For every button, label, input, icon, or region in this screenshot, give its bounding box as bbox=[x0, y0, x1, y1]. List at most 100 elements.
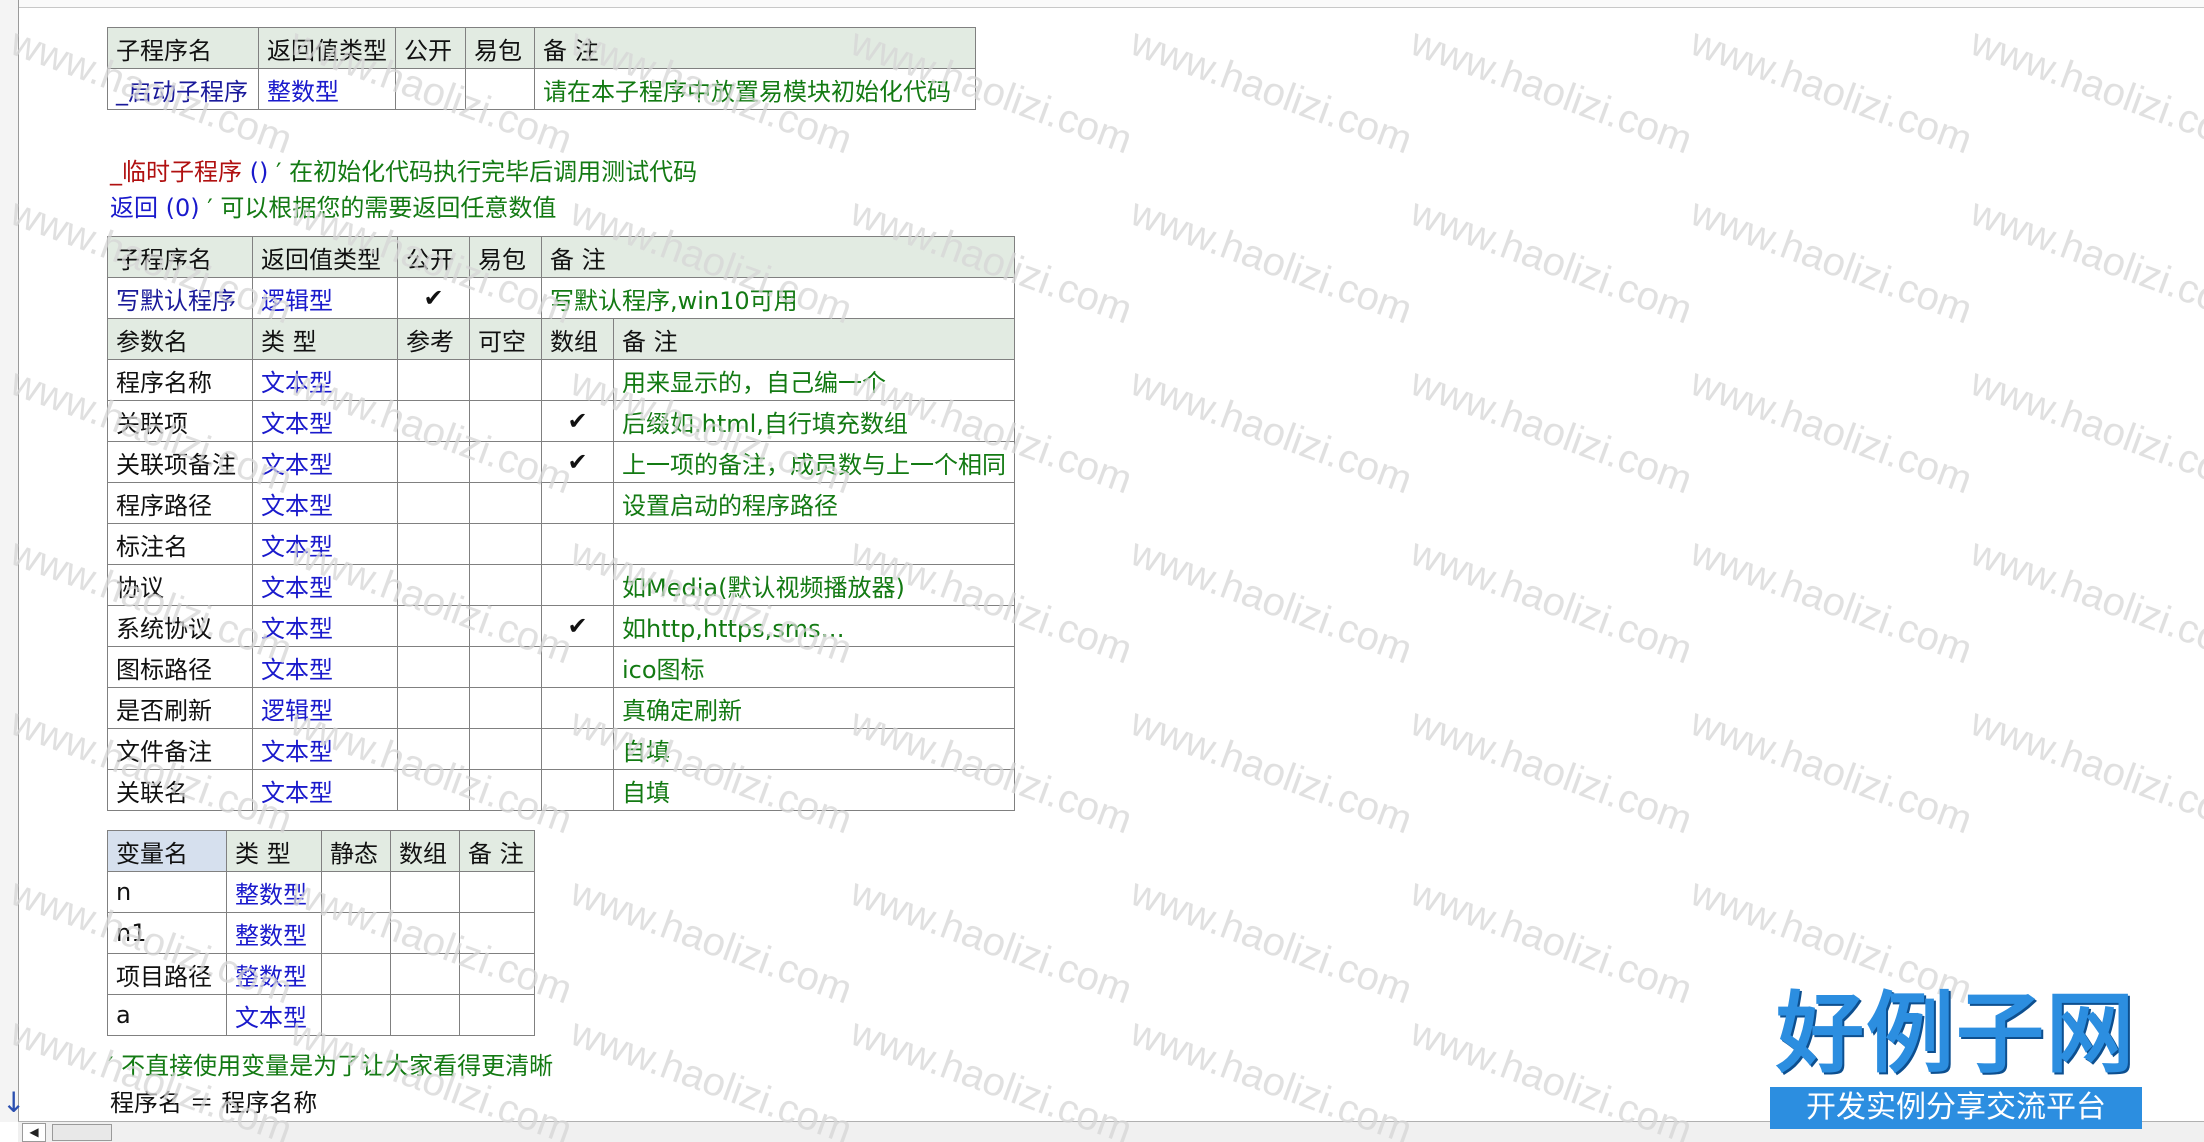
note-cell[interactable]: 真确定刷新 bbox=[613, 687, 1015, 729]
note-cell[interactable]: 如http,https,sms… bbox=[613, 605, 1015, 647]
nullable-cell[interactable] bbox=[469, 523, 542, 565]
ref-cell[interactable] bbox=[397, 728, 470, 770]
array-cell[interactable] bbox=[390, 994, 460, 1036]
table-row[interactable]: 关联名 文本型 自填 bbox=[107, 769, 1015, 811]
note-cell[interactable]: 请在本子程序中放置易模块初始化代码 bbox=[534, 68, 976, 110]
var-type-cell[interactable]: 整数型 bbox=[226, 912, 322, 954]
nullable-cell[interactable] bbox=[469, 482, 542, 524]
note-cell[interactable]: 上一项的备注，成员数与上一个相同 bbox=[613, 441, 1015, 483]
array-cell[interactable] bbox=[541, 482, 614, 524]
array-cell[interactable] bbox=[541, 523, 614, 565]
code-editor[interactable]: ↓ 子程序名 返回值类型 公开 易包 备 注 _启动子程序 整数型 请在本子程序… bbox=[0, 0, 2204, 1142]
nullable-cell[interactable] bbox=[469, 646, 542, 688]
static-cell[interactable] bbox=[321, 912, 391, 954]
ref-cell[interactable] bbox=[397, 523, 470, 565]
array-check-icon[interactable]: ✔ bbox=[541, 605, 614, 647]
array-check-icon[interactable]: ✔ bbox=[541, 400, 614, 442]
param-type-cell[interactable]: 文本型 bbox=[252, 359, 398, 401]
param-type-cell[interactable]: 文本型 bbox=[252, 646, 398, 688]
param-name-cell[interactable]: 标注名 bbox=[107, 523, 253, 565]
table-row[interactable]: 图标路径 文本型 ico图标 bbox=[107, 646, 1015, 688]
table-row[interactable]: n1 整数型 bbox=[107, 912, 535, 954]
subroutine-name-cell[interactable]: _启动子程序 bbox=[107, 68, 259, 110]
return-type-cell[interactable]: 整数型 bbox=[258, 68, 396, 110]
scroll-left-icon[interactable]: ◀ bbox=[22, 1123, 46, 1142]
array-cell[interactable] bbox=[541, 728, 614, 770]
table-row[interactable]: 系统协议 文本型 ✔ 如http,https,sms… bbox=[107, 605, 1015, 647]
param-type-cell[interactable]: 文本型 bbox=[252, 482, 398, 524]
subroutine-name-cell[interactable]: 写默认程序 bbox=[107, 277, 253, 319]
param-name-cell[interactable]: 文件备注 bbox=[107, 728, 253, 770]
param-type-cell[interactable]: 文本型 bbox=[252, 605, 398, 647]
nullable-cell[interactable] bbox=[469, 687, 542, 729]
static-cell[interactable] bbox=[321, 953, 391, 995]
note-cell[interactable] bbox=[459, 953, 535, 995]
array-cell[interactable] bbox=[390, 953, 460, 995]
param-type-cell[interactable]: 文本型 bbox=[252, 728, 398, 770]
param-type-cell[interactable]: 文本型 bbox=[252, 441, 398, 483]
nullable-cell[interactable] bbox=[469, 769, 542, 811]
table-row[interactable]: 文件备注 文本型 自填 bbox=[107, 728, 1015, 770]
static-cell[interactable] bbox=[321, 871, 391, 913]
code-line[interactable]: 返回 (0) ′ 可以根据您的需要返回任意数值 bbox=[110, 188, 556, 223]
ref-cell[interactable] bbox=[397, 687, 470, 729]
param-type-cell[interactable]: 逻辑型 bbox=[252, 687, 398, 729]
array-cell[interactable] bbox=[541, 359, 614, 401]
array-cell[interactable] bbox=[390, 871, 460, 913]
param-type-cell[interactable]: 文本型 bbox=[252, 523, 398, 565]
table-row[interactable]: 写默认程序 逻辑型 ✔ 写默认程序,win10可用 bbox=[107, 277, 1015, 319]
ref-cell[interactable] bbox=[397, 646, 470, 688]
return-type-cell[interactable]: 逻辑型 bbox=[252, 277, 398, 319]
nullable-cell[interactable] bbox=[469, 728, 542, 770]
array-check-icon[interactable]: ✔ bbox=[541, 441, 614, 483]
table-row[interactable]: n 整数型 bbox=[107, 871, 535, 913]
param-name-cell[interactable]: 协议 bbox=[107, 564, 253, 606]
code-line[interactable]: 程序名 ＝ 程序名称 bbox=[110, 1083, 317, 1118]
nullable-cell[interactable] bbox=[469, 605, 542, 647]
note-cell[interactable]: 设置启动的程序路径 bbox=[613, 482, 1015, 524]
ref-cell[interactable] bbox=[397, 769, 470, 811]
public-check-icon[interactable]: ✔ bbox=[397, 277, 470, 319]
array-cell[interactable] bbox=[541, 687, 614, 729]
table-row[interactable]: 关联项 文本型 ✔ 后缀如.html,自行填充数组 bbox=[107, 400, 1015, 442]
param-name-cell[interactable]: 关联项备注 bbox=[107, 441, 253, 483]
ref-cell[interactable] bbox=[397, 564, 470, 606]
table-row[interactable]: 是否刷新 逻辑型 真确定刷新 bbox=[107, 687, 1015, 729]
param-name-cell[interactable]: 是否刷新 bbox=[107, 687, 253, 729]
table-row[interactable]: a 文本型 bbox=[107, 994, 535, 1036]
param-name-cell[interactable]: 关联项 bbox=[107, 400, 253, 442]
var-name-cell[interactable]: 项目路径 bbox=[107, 953, 227, 995]
note-cell[interactable]: 自填 bbox=[613, 769, 1015, 811]
var-type-cell[interactable]: 整数型 bbox=[226, 953, 322, 995]
var-type-cell[interactable]: 文本型 bbox=[226, 994, 322, 1036]
note-cell[interactable]: ico图标 bbox=[613, 646, 1015, 688]
table-row[interactable]: _启动子程序 整数型 请在本子程序中放置易模块初始化代码 bbox=[107, 68, 976, 110]
code-line[interactable]: _临时子程序 () ′ 在初始化代码执行完毕后调用测试代码 bbox=[110, 152, 697, 187]
note-cell[interactable]: 自填 bbox=[613, 728, 1015, 770]
epkg-cell[interactable] bbox=[469, 277, 542, 319]
nullable-cell[interactable] bbox=[469, 564, 542, 606]
ref-cell[interactable] bbox=[397, 605, 470, 647]
ref-cell[interactable] bbox=[397, 482, 470, 524]
table-row[interactable]: 关联项备注 文本型 ✔ 上一项的备注，成员数与上一个相同 bbox=[107, 441, 1015, 483]
ref-cell[interactable] bbox=[397, 400, 470, 442]
note-cell[interactable] bbox=[459, 871, 535, 913]
table-row[interactable]: 标注名 文本型 bbox=[107, 523, 1015, 565]
param-name-cell[interactable]: 系统协议 bbox=[107, 605, 253, 647]
param-type-cell[interactable]: 文本型 bbox=[252, 564, 398, 606]
note-cell[interactable] bbox=[459, 912, 535, 954]
array-cell[interactable] bbox=[541, 564, 614, 606]
ref-cell[interactable] bbox=[397, 359, 470, 401]
epkg-cell[interactable] bbox=[465, 68, 535, 110]
var-name-cell[interactable]: n1 bbox=[107, 912, 227, 954]
array-cell[interactable] bbox=[390, 912, 460, 954]
note-cell[interactable] bbox=[459, 994, 535, 1036]
array-cell[interactable] bbox=[541, 769, 614, 811]
table-row[interactable]: 协议 文本型 如Media(默认视频播放器) bbox=[107, 564, 1015, 606]
var-type-cell[interactable]: 整数型 bbox=[226, 871, 322, 913]
note-cell[interactable]: 用来显示的，自己编一个 bbox=[613, 359, 1015, 401]
note-cell[interactable]: 写默认程序,win10可用 bbox=[541, 277, 1015, 319]
param-name-cell[interactable]: 关联名 bbox=[107, 769, 253, 811]
param-type-cell[interactable]: 文本型 bbox=[252, 769, 398, 811]
note-cell[interactable]: 后缀如.html,自行填充数组 bbox=[613, 400, 1015, 442]
